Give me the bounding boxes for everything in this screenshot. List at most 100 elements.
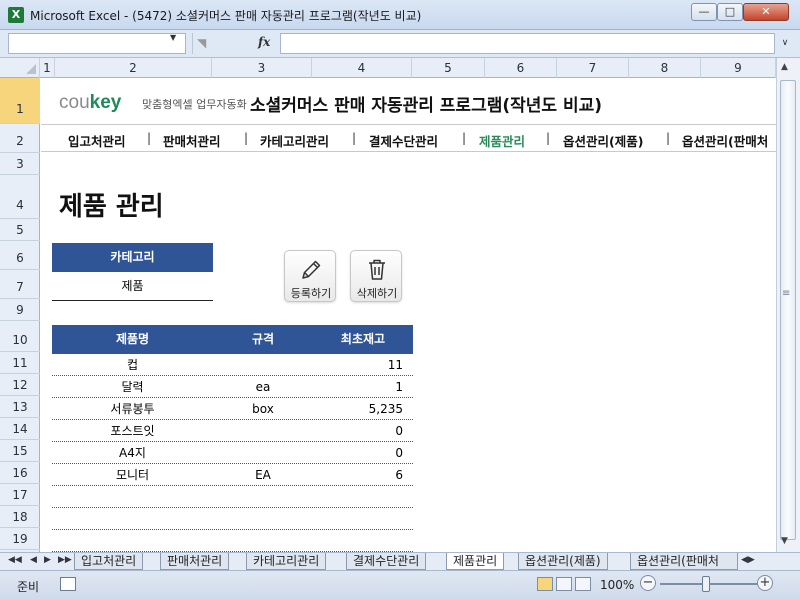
nav-item-payments[interactable]: 결제수단관리 [369,131,438,150]
product-spec-cell[interactable]: ea [213,376,313,398]
sheet-tab-products[interactable]: 제품관리 [446,553,505,570]
page-layout-view-icon[interactable] [556,577,572,591]
sheet-tab-categories[interactable]: 카테고리관리 [246,553,327,570]
product-stock-cell[interactable]: 0 [313,442,403,464]
sheet-tab-options-seller[interactable]: 옵션관리(판매처 [630,553,738,570]
product-stock-cell[interactable]: 1 [313,376,403,398]
column-header[interactable]: 3 [212,58,312,78]
product-stock-cell[interactable] [313,486,403,508]
column-header[interactable]: 4 [312,58,412,78]
product-name-cell[interactable] [52,486,213,508]
column-header[interactable]: 2 [55,58,212,78]
first-sheet-icon[interactable]: ◀◀ [8,555,22,565]
row-header[interactable]: 10 [0,321,40,352]
product-name-cell[interactable] [52,530,213,552]
table-row[interactable]: A4지 0 [52,442,413,464]
macro-record-icon[interactable] [60,577,76,591]
minimize-button[interactable]: — [691,3,717,21]
product-name-cell[interactable]: A4지 [52,442,213,464]
column-header[interactable]: 8 [629,58,701,78]
product-stock-cell[interactable] [313,508,403,530]
table-row[interactable] [52,508,413,530]
product-spec-cell[interactable] [213,354,313,376]
name-box[interactable] [8,33,186,54]
row-header[interactable]: 2 [0,124,40,153]
table-row[interactable]: 달력 ea 1 [52,376,413,398]
column-header[interactable]: 1 [40,58,55,78]
row-header[interactable]: 16 [0,462,40,484]
row-header[interactable]: 4 [0,175,40,219]
expand-formula-icon[interactable]: ∨ [777,33,793,54]
maximize-button[interactable]: □ [717,3,743,21]
sheet-tab-inbound[interactable]: 입고처관리 [74,553,144,570]
row-header[interactable]: 15 [0,440,40,462]
normal-view-icon[interactable] [537,577,553,591]
nav-item-products[interactable]: 제품관리 [479,131,525,150]
sheet-tab-sellers[interactable]: 판매처관리 [160,553,230,570]
table-row[interactable] [52,530,413,552]
product-spec-cell[interactable] [213,508,313,530]
product-stock-cell[interactable]: 6 [313,464,403,486]
product-name-cell[interactable]: 모니터 [52,464,213,486]
nav-item-sellers[interactable]: 판매처관리 [163,131,221,150]
row-header[interactable]: 14 [0,418,40,440]
table-row[interactable]: 서류봉투 box 5,235 [52,398,413,420]
product-spec-cell[interactable] [213,530,313,552]
vertical-scrollbar[interactable]: ▲ ≡ ▼ [776,58,800,552]
product-stock-cell[interactable]: 5,235 [313,398,403,420]
scroll-up-icon[interactable]: ▲ [781,62,788,72]
nav-item-inbound[interactable]: 입고처관리 [68,131,126,150]
column-header[interactable]: 5 [412,58,485,78]
row-header[interactable]: 13 [0,396,40,418]
table-row[interactable]: 모니터 EA 6 [52,464,413,486]
row-header[interactable]: 11 [0,352,40,374]
select-all-corner[interactable] [0,58,40,78]
column-header[interactable]: 6 [485,58,557,78]
product-stock-cell[interactable] [313,530,403,552]
row-header[interactable]: 3 [0,153,40,175]
table-row[interactable]: 포스트잇 0 [52,420,413,442]
product-spec-cell[interactable]: EA [213,464,313,486]
nav-item-categories[interactable]: 카테고리관리 [260,131,329,150]
row-header[interactable]: 12 [0,374,40,396]
nav-item-options-seller[interactable]: 옵션관리(판매처 [682,131,768,150]
worksheet-grid[interactable]: coukey 맞춤형엑셀 업무자동화 소셜커머스 판매 자동관리 프로그램(작년… [41,78,776,552]
table-row[interactable]: 컵 11 [52,354,413,376]
nav-item-options-product[interactable]: 옵션관리(제품) [563,131,643,150]
zoom-slider-thumb[interactable] [702,576,710,592]
row-header[interactable]: 18 [0,506,40,528]
insert-function-icon[interactable]: fx [258,35,270,49]
product-spec-cell[interactable] [213,442,313,464]
product-name-cell[interactable]: 서류봉투 [52,398,213,420]
product-spec-cell[interactable]: box [213,398,313,420]
table-row[interactable] [52,486,413,508]
zoom-out-button[interactable]: − [640,575,656,591]
formula-input[interactable] [280,33,775,54]
delete-button[interactable]: 삭제하기 [350,250,402,302]
scroll-tabs-icon[interactable]: ◀▶ [741,555,755,565]
chevron-down-icon[interactable]: ▼ [170,33,176,42]
row-header[interactable]: 6 [0,241,40,270]
row-header[interactable]: 1 [0,78,40,124]
register-button[interactable]: 등록하기 [284,250,336,302]
page-break-view-icon[interactable] [575,577,591,591]
row-header[interactable]: 17 [0,484,40,506]
zoom-in-button[interactable]: + [757,575,773,591]
column-header[interactable]: 9 [701,58,776,78]
row-header[interactable]: 7 [0,270,40,299]
product-stock-cell[interactable]: 0 [313,420,403,442]
scroll-down-icon[interactable]: ▼ [781,536,788,546]
product-name-cell[interactable] [52,508,213,530]
close-button[interactable]: ✕ [743,3,789,21]
product-name-cell[interactable]: 포스트잇 [52,420,213,442]
row-header[interactable]: 9 [0,299,40,321]
prev-sheet-icon[interactable]: ◀ [30,555,37,565]
next-sheet-icon[interactable]: ▶ [44,555,51,565]
product-name-cell[interactable]: 달력 [52,376,213,398]
product-name-cell[interactable]: 컵 [52,354,213,376]
scroll-thumb[interactable] [780,80,796,540]
column-header[interactable]: 7 [557,58,629,78]
last-sheet-icon[interactable]: ▶▶ [58,555,72,565]
product-stock-cell[interactable]: 11 [313,354,403,376]
category-select[interactable]: 제품 [52,272,213,301]
